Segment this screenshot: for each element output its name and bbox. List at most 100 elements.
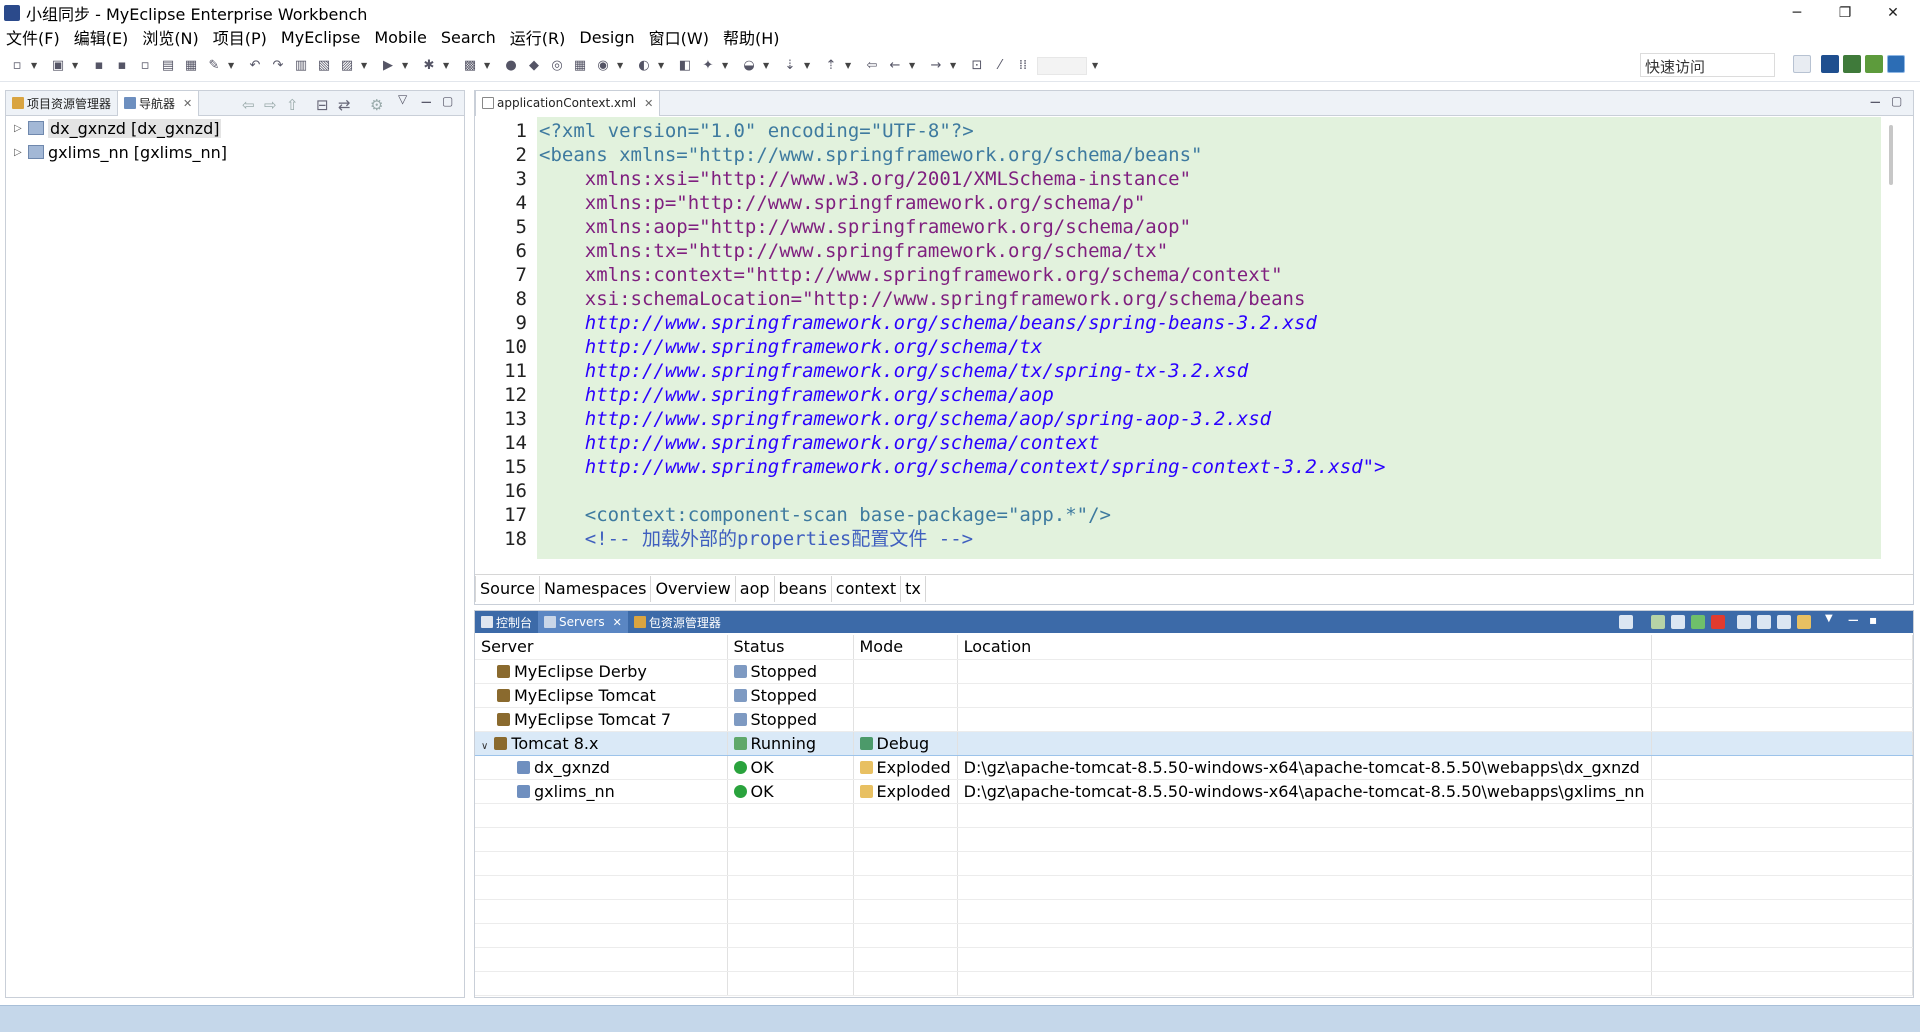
table-row[interactable]: dx_gxnzd OK Exploded D:\gz\apache-tomcat… — [475, 755, 1914, 780]
table-row[interactable]: MyEclipse Tomcat Stopped — [475, 683, 1914, 708]
column-header-server[interactable]: Server — [475, 635, 728, 660]
menu-help[interactable]: 帮助(H) — [723, 25, 780, 49]
maximize-view-icon[interactable]: ▢ — [442, 94, 453, 108]
restore-button[interactable]: ❐ — [1822, 0, 1868, 25]
menu-navigate[interactable]: 浏览(N) — [142, 25, 198, 49]
debug-dropdown-icon[interactable]: ▼ — [443, 61, 451, 70]
tab-application-context[interactable]: applicationContext.xml ✕ — [475, 90, 661, 116]
bug-dropdown-icon[interactable]: ▼ — [658, 61, 666, 70]
pen-dropdown-icon[interactable]: ▼ — [228, 61, 236, 70]
tab-source[interactable]: Source — [475, 575, 540, 602]
debug-perspective-icon[interactable] — [1865, 55, 1883, 73]
grid-layout-icon[interactable]: ⁞⁞ — [1014, 57, 1032, 75]
chevron-right-icon[interactable]: ▷ — [14, 123, 28, 134]
project-dropdown-icon[interactable]: ▼ — [72, 61, 80, 70]
view-menu-chevron-icon[interactable]: ▼ — [1825, 613, 1833, 624]
tree-item[interactable]: ▷ dx_gxnzd [dx_gxnzd] — [6, 116, 464, 140]
prev-annotation-icon[interactable]: ⇡ — [822, 57, 840, 75]
save-all-icon[interactable]: ▪ — [113, 57, 131, 75]
tab-navigator[interactable]: 导航器 ✕ — [117, 90, 200, 116]
back-arrow-icon[interactable]: ⇦ — [242, 96, 255, 114]
folder-open-icon[interactable]: ◧ — [676, 57, 694, 75]
tab-aop[interactable]: aop — [736, 575, 775, 602]
menu-mobile[interactable]: Mobile — [374, 28, 426, 47]
build-icon[interactable]: ▥ — [292, 57, 310, 75]
close-button[interactable]: ✕ — [1870, 0, 1916, 25]
tab-context[interactable]: context — [832, 575, 902, 602]
brush-icon[interactable]: ⁄ — [991, 57, 1009, 75]
horizontal-scrollbar[interactable] — [537, 559, 1881, 573]
forward-arrow-icon[interactable]: ⇨ — [264, 96, 277, 114]
open-perspective-icon[interactable] — [1793, 55, 1811, 73]
search-icon[interactable]: ◎ — [548, 57, 566, 75]
minimize-editor-icon[interactable]: − — [1869, 93, 1882, 111]
magnify-icon[interactable]: ◉ — [594, 57, 612, 75]
globe-icon[interactable]: ● — [502, 57, 520, 75]
table-row[interactable]: gxlims_nn OK Exploded D:\gz\apache-tomca… — [475, 779, 1914, 804]
column-header-location[interactable]: Location — [957, 635, 1652, 660]
combo-dropdown-icon[interactable]: ▼ — [1092, 61, 1100, 70]
table-row[interactable]: MyEclipse Derby Stopped — [475, 659, 1914, 684]
back-dropdown-icon[interactable]: ▼ — [909, 61, 917, 70]
tab-servers[interactable]: Servers ✕ — [538, 611, 628, 633]
combo-field[interactable] — [1037, 56, 1087, 75]
restart-server-icon[interactable] — [1691, 615, 1705, 629]
run-icon[interactable]: ▶ — [379, 57, 397, 75]
column-header-mode[interactable]: Mode — [853, 635, 958, 660]
minimize-view-icon[interactable]: − — [1847, 611, 1860, 629]
close-icon[interactable]: ✕ — [644, 97, 653, 110]
code-area[interactable]: 1 <?xml version="1.0" encoding="UTF-8"?> … — [475, 117, 1913, 559]
run-dropdown-icon[interactable]: ▼ — [402, 61, 410, 70]
pen-icon[interactable]: ✎ — [205, 57, 223, 75]
external-tools-icon[interactable]: ▩ — [461, 57, 479, 75]
new-project-icon[interactable]: ▣ — [49, 57, 67, 75]
minimize-button[interactable]: ─ — [1774, 0, 1820, 25]
chevron-right-icon[interactable]: ▷ — [14, 147, 28, 158]
pin-icon[interactable]: ⊡ — [968, 57, 986, 75]
menu-search[interactable]: Search — [441, 28, 496, 47]
link-icon[interactable]: ◒ — [740, 57, 758, 75]
grid-icon[interactable]: ▦ — [571, 57, 589, 75]
column-header-status[interactable]: Status — [727, 635, 854, 660]
debug-server-icon[interactable] — [1651, 615, 1665, 629]
chevron-down-icon[interactable]: ▽ — [398, 92, 407, 106]
print-icon[interactable]: ▫ — [136, 57, 154, 75]
back-nav-icon[interactable]: ← — [886, 57, 904, 75]
forward-icon[interactable]: → — [927, 57, 945, 75]
collapse-all-icon[interactable]: ⊟ — [316, 96, 329, 114]
minimize-view-icon[interactable]: − — [420, 93, 433, 111]
menu-window[interactable]: 窗口(W) — [649, 25, 709, 49]
undo-icon[interactable]: ↶ — [246, 57, 264, 75]
tab-console[interactable]: 控制台 — [475, 611, 538, 633]
deploy-icon[interactable]: ▧ — [315, 57, 333, 75]
menu-edit[interactable]: 编辑(E) — [74, 25, 129, 49]
back-icon[interactable]: ⇦ — [863, 57, 881, 75]
java-perspective-icon[interactable] — [1843, 55, 1861, 73]
disconnect-icon[interactable] — [1757, 615, 1771, 629]
table-row[interactable]: MyEclipse Tomcat 7 Stopped — [475, 707, 1914, 732]
server-icon[interactable]: ▨ — [338, 57, 356, 75]
tab-tx[interactable]: tx — [901, 575, 926, 602]
bug-icon[interactable]: ◐ — [635, 57, 653, 75]
menu-file[interactable]: 文件(F) — [6, 25, 60, 49]
tab-beans[interactable]: beans — [775, 575, 832, 602]
myeclipse-perspective-icon[interactable] — [1821, 55, 1839, 73]
add-deployment-icon[interactable] — [1777, 615, 1791, 629]
tab-package-explorer[interactable]: 包资源管理器 — [628, 611, 727, 633]
chevron-down-icon[interactable]: ∨ — [481, 741, 488, 752]
stop-server-icon[interactable] — [1711, 615, 1725, 629]
redo-icon[interactable]: ↷ — [269, 57, 287, 75]
console-icon[interactable]: ▤ — [159, 57, 177, 75]
save-icon[interactable]: ▪ — [90, 57, 108, 75]
javaee-perspective-icon[interactable] — [1887, 55, 1905, 73]
tab-project-explorer[interactable]: 项目资源管理器 — [6, 91, 117, 116]
link-dropdown-icon[interactable]: ▼ — [763, 61, 771, 70]
link-editor-icon[interactable]: ⇄ — [338, 96, 351, 114]
browse-deployment-icon[interactable] — [1797, 615, 1811, 629]
menu-run[interactable]: 运行(R) — [510, 25, 566, 49]
table-row[interactable]: ∨ Tomcat 8.x Running Debug — [475, 730, 1914, 756]
next-annotation-icon[interactable]: ⇣ — [781, 57, 799, 75]
prev-annotation-dropdown-icon[interactable]: ▼ — [845, 61, 853, 70]
external-dropdown-icon[interactable]: ▼ — [484, 61, 492, 70]
toggle-icon[interactable]: ▦ — [182, 57, 200, 75]
